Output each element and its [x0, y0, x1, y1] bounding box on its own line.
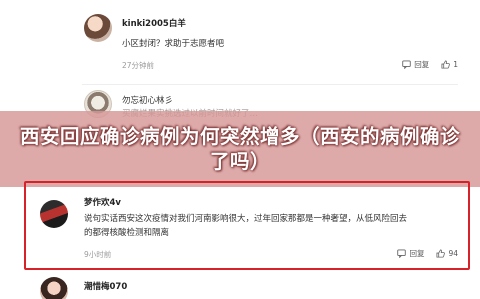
thumbs-up-icon — [441, 60, 451, 69]
reply-button[interactable]: 回复 — [402, 59, 429, 70]
comment-text: 小区封闭？求助于志愿者吧 — [122, 39, 225, 49]
reply-label: 回复 — [409, 249, 425, 258]
comment-item: 梦作欢4v 说句实话西安这次疫情对我们河南影响很大，过年回家那都是一种奢望，从低… — [0, 187, 480, 267]
article-title-banner: 西安回应确诊病例为何突然增多（西安的病例确诊了吗） — [0, 111, 480, 187]
reply-button[interactable]: 回复 — [397, 248, 424, 259]
comment-text-line-2: 的都得核酸检测和隔离 — [84, 228, 170, 238]
thumbs-up-icon — [436, 249, 446, 258]
reply-label: 回复 — [414, 60, 430, 69]
like-count: 94 — [448, 249, 458, 258]
comment-text-line-1: 说句实话西安这次疫情对我们河南影响很大，过年回家那都是一种奢望，从低风险回去 — [84, 214, 408, 224]
comment-username[interactable]: 潮惜梅070 — [84, 280, 127, 292]
like-button[interactable]: 1 — [441, 60, 458, 69]
reply-icon — [397, 249, 407, 258]
comment-item: kinki2005白羊 小区封闭？求助于志愿者吧 27分钟前 回复 1 — [0, 0, 480, 85]
comment-username[interactable]: 梦作欢4v — [84, 196, 121, 208]
comment-actions: 回复 1 — [390, 59, 458, 70]
avatar[interactable] — [84, 14, 112, 42]
comment-item: 潮惜梅070 — [0, 272, 480, 299]
avatar[interactable] — [40, 277, 68, 299]
comment-username[interactable]: kinki2005白羊 — [122, 17, 186, 29]
comment-actions: 回复 94 — [385, 248, 458, 259]
article-title: 西安回应确诊病例为何突然增多（西安的病例确诊了吗） — [20, 125, 461, 173]
reply-icon — [402, 60, 411, 69]
avatar[interactable] — [40, 200, 68, 228]
like-count: 1 — [453, 60, 458, 69]
comment-time: 9小时前 — [84, 250, 112, 259]
comment-username[interactable]: 勿忘初心林彡 — [122, 94, 173, 106]
like-button[interactable]: 94 — [436, 249, 458, 258]
comment-time: 27分钟前 — [122, 61, 155, 70]
